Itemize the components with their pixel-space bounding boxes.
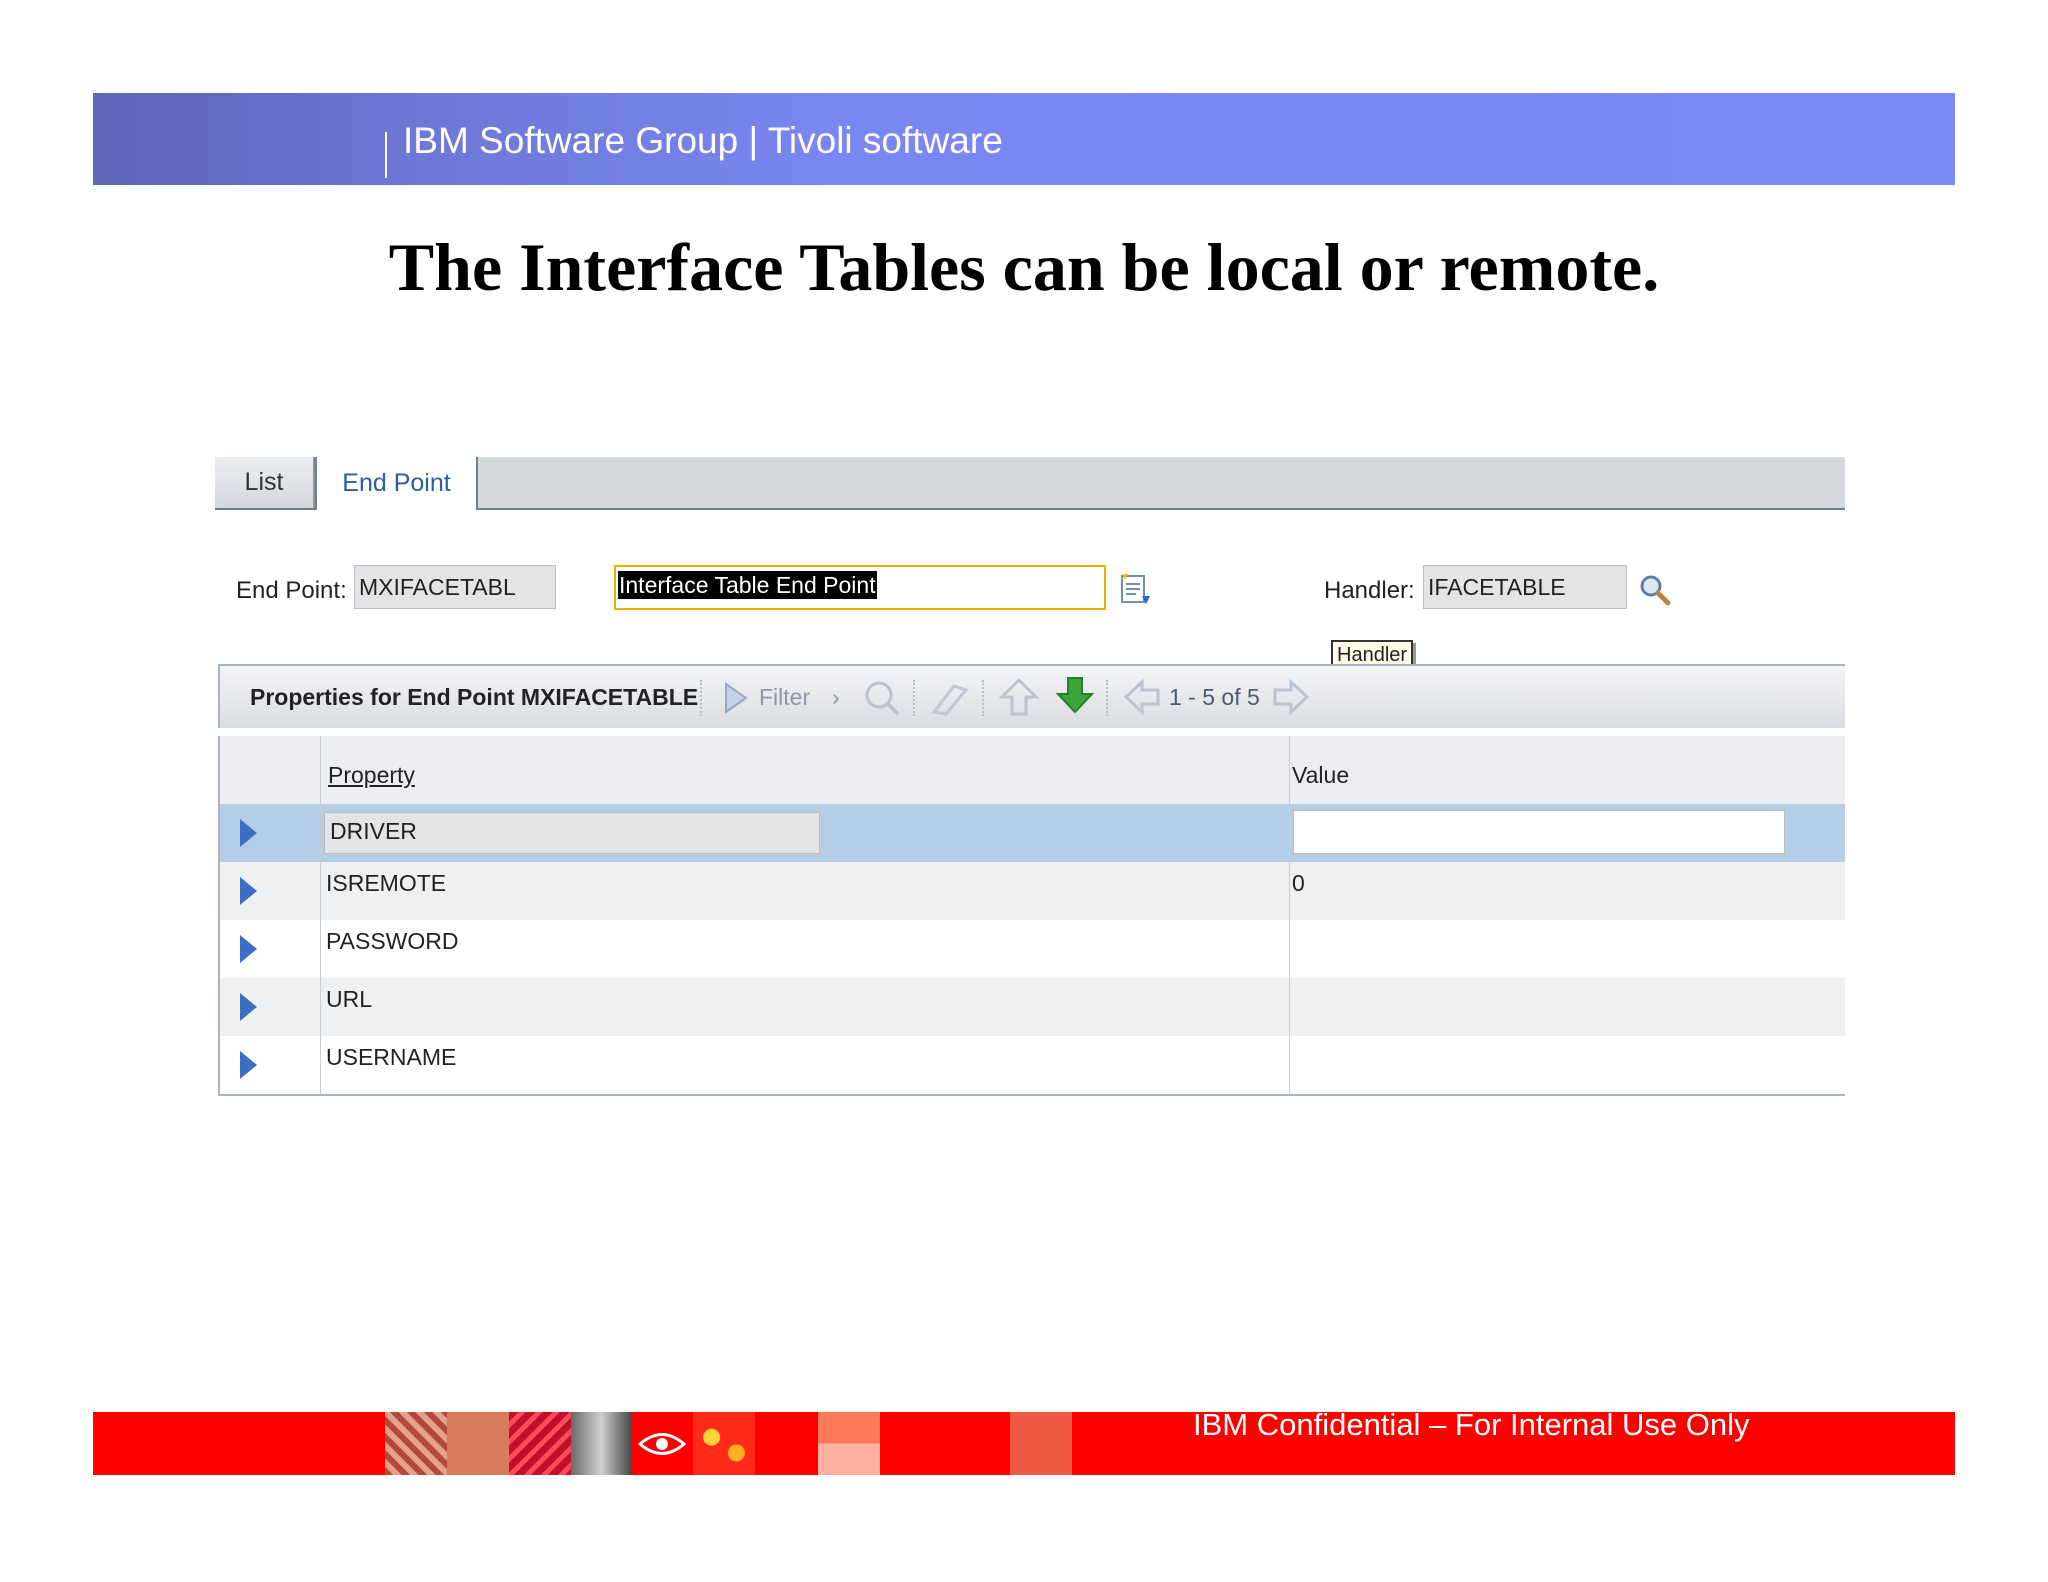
table-header: Property Value bbox=[220, 736, 1845, 804]
previous-page-icon[interactable] bbox=[1122, 676, 1162, 723]
toolbar-separator bbox=[913, 680, 917, 716]
row-details-arrow-icon[interactable] bbox=[240, 1051, 257, 1079]
end-point-field[interactable]: MXIFACETABL bbox=[354, 565, 556, 609]
description-selected-text: Interface Table End Point bbox=[618, 571, 877, 599]
table-title: Properties for End Point MXIFACETABLE bbox=[250, 684, 699, 710]
find-icon[interactable] bbox=[862, 678, 902, 723]
footer-decoration bbox=[385, 1412, 447, 1475]
handler-field[interactable]: IFACETABLE bbox=[1423, 565, 1627, 609]
page-title: The Interface Tables can be local or rem… bbox=[388, 229, 1660, 305]
column-divider bbox=[1289, 736, 1290, 1094]
table-row[interactable]: DRIVER bbox=[220, 804, 1845, 862]
value-input[interactable] bbox=[1293, 810, 1785, 854]
tab-list[interactable]: List bbox=[215, 457, 315, 508]
pagination-text: 1 - 5 of 5 bbox=[1169, 684, 1260, 710]
value-cell: 0 bbox=[1292, 870, 1305, 896]
properties-table: Property Value DRIVER ISREMOTE 0 PASSWOR… bbox=[218, 736, 1845, 1096]
toolbar-separator bbox=[982, 680, 986, 716]
search-icon[interactable] bbox=[1638, 573, 1672, 612]
footer-decoration bbox=[571, 1412, 631, 1475]
arrow-down-icon[interactable] bbox=[1055, 674, 1095, 721]
tab-end-point[interactable]: End Point bbox=[315, 457, 478, 510]
filter-button[interactable]: Filter bbox=[759, 684, 810, 711]
footer-decoration bbox=[1010, 1412, 1072, 1475]
property-cell: USERNAME bbox=[326, 1044, 457, 1070]
handler-label: Handler: bbox=[1324, 577, 1415, 604]
footer-decoration bbox=[693, 1412, 755, 1475]
banner-text: IBM Software Group | Tivoli software bbox=[403, 120, 1003, 161]
clear-filter-icon[interactable] bbox=[930, 678, 972, 723]
table-row[interactable]: ISREMOTE 0 bbox=[220, 862, 1845, 920]
chevron-right-icon: › bbox=[832, 684, 840, 710]
toolbar-separator bbox=[1106, 680, 1110, 716]
table-row[interactable]: URL bbox=[220, 978, 1845, 1036]
property-cell: ISREMOTE bbox=[326, 870, 447, 896]
row-details-arrow-icon[interactable] bbox=[240, 993, 257, 1021]
footer-confidential-text: IBM Confidential – For Internal Use Only bbox=[1193, 1407, 1750, 1442]
property-cell: DRIVER bbox=[330, 818, 417, 844]
toolbar-separator bbox=[700, 680, 704, 716]
filter-icon[interactable] bbox=[722, 680, 750, 721]
long-description-icon[interactable] bbox=[1118, 572, 1154, 613]
column-header-property[interactable]: Property bbox=[328, 762, 415, 789]
arrow-up-icon[interactable] bbox=[998, 676, 1040, 723]
table-row[interactable]: USERNAME bbox=[220, 1036, 1845, 1094]
row-details-arrow-icon[interactable] bbox=[240, 935, 257, 963]
property-cell: PASSWORD bbox=[326, 928, 459, 954]
row-details-arrow-icon[interactable] bbox=[240, 877, 257, 905]
end-point-label: End Point: bbox=[236, 577, 347, 604]
footer-decoration bbox=[818, 1412, 880, 1475]
footer-decoration bbox=[447, 1412, 509, 1475]
tab-bar: List End Point bbox=[215, 457, 1845, 510]
banner-separator bbox=[385, 132, 387, 178]
eye-icon bbox=[631, 1412, 693, 1475]
table-row[interactable]: PASSWORD bbox=[220, 920, 1845, 978]
column-header-value: Value bbox=[1292, 762, 1350, 788]
header-banner bbox=[93, 93, 1955, 185]
row-details-arrow-icon[interactable] bbox=[240, 819, 257, 847]
footer-decoration bbox=[509, 1412, 571, 1475]
end-point-description-field[interactable]: Interface Table End Point bbox=[614, 565, 1106, 610]
column-divider bbox=[320, 736, 321, 1094]
next-page-icon[interactable] bbox=[1271, 676, 1311, 723]
property-cell: URL bbox=[326, 986, 373, 1012]
